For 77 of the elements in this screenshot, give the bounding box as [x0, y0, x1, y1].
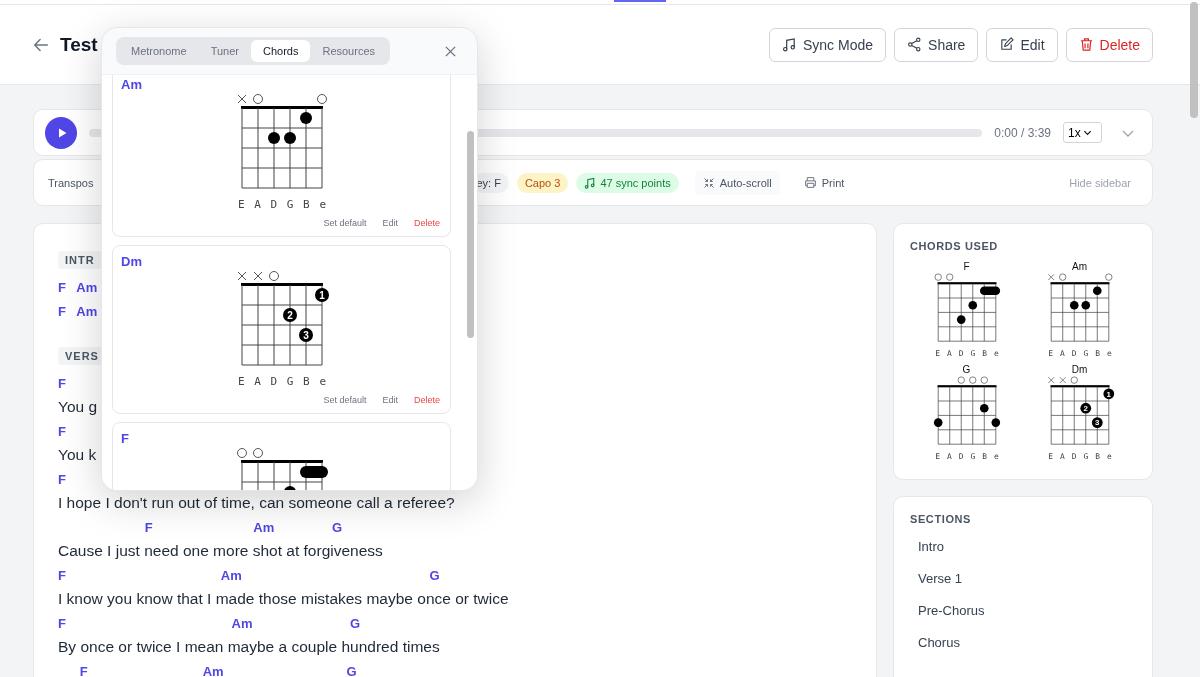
- share-icon: [907, 37, 923, 52]
- music-note-icon: [584, 176, 597, 189]
- chord-chart-drawing: [1047, 273, 1112, 342]
- auto-scroll-button[interactable]: Auto-scroll: [694, 170, 780, 195]
- sync-button[interactable]: Sync Mode: [769, 27, 887, 62]
- play-button[interactable]: [45, 116, 77, 149]
- set-default-link[interactable]: Set default: [321, 393, 369, 407]
- delete-link[interactable]: Delete: [412, 393, 442, 407]
- transpose-label: Transpos: [48, 176, 94, 189]
- chord-name: Dm: [1071, 364, 1088, 375]
- scrollbar-thumb[interactable]: [1190, 2, 1198, 118]
- chord-line: F Am G: [78, 664, 357, 677]
- caret-icon: [1082, 128, 1092, 137]
- finger-number: 2: [1083, 404, 1088, 414]
- tab[interactable]: Resources: [310, 40, 387, 62]
- pencil-icon: [999, 37, 1015, 52]
- finger-number: 2: [286, 309, 293, 321]
- finger-number: 1: [1106, 389, 1111, 399]
- chord-line: F: [58, 424, 66, 439]
- close-icon[interactable]: [444, 44, 457, 58]
- lyric-line: I hope I don't run out of time, can someone call a referee?: [58, 494, 455, 511]
- section-label: INTR: [58, 251, 102, 269]
- lyric-line: By once or twice I mean maybe a couple hundred times: [58, 638, 440, 655]
- sync-points-badge: 47 sync points: [576, 172, 679, 193]
- section-link[interactable]: Intro: [910, 531, 1136, 563]
- chord-line: F Am G: [143, 520, 343, 535]
- lyric-line: You k: [58, 446, 97, 463]
- edit-link[interactable]: Edit: [380, 216, 400, 230]
- finger-number: 3: [302, 329, 309, 341]
- chords-used-title: CHORDS USED: [910, 240, 999, 252]
- chord-line: F Am G: [58, 616, 361, 631]
- string-labels: E A D G B e: [237, 375, 326, 388]
- capo-badge: Capo 3: [516, 172, 569, 193]
- scrollbar-thumb[interactable]: [467, 131, 474, 338]
- section-link[interactable]: Pre-Chorus: [910, 595, 1136, 627]
- finger-number: 3: [1094, 418, 1099, 428]
- playback-time: 0:00 / 3:39: [994, 125, 1051, 140]
- chord-name: Dm: [121, 254, 143, 269]
- chord-chart-drawing: [1047, 376, 1114, 445]
- chord-name: Am: [121, 77, 143, 92]
- edit-button[interactable]: Edit: [986, 27, 1058, 62]
- sections-title: SECTIONS: [910, 513, 973, 525]
- finger-number: 1: [318, 289, 325, 301]
- chord-line: F Am: [58, 304, 98, 319]
- chord-line: F: [58, 472, 66, 487]
- delete-link[interactable]: Delete: [412, 216, 442, 230]
- chord-name: Am: [1072, 261, 1087, 272]
- chord-chart-drawing: [933, 376, 1000, 445]
- printer-icon: [803, 176, 817, 189]
- speed-select[interactable]: 1x: [1063, 122, 1102, 143]
- edit-link[interactable]: Edit: [380, 393, 400, 407]
- chord-line: F Am: [58, 280, 98, 295]
- trash-icon: [1078, 37, 1094, 52]
- string-labels: E A D G B e: [237, 198, 326, 211]
- lyric-line: I know you know that I made those mistakes maybe once or twice: [58, 590, 509, 607]
- active-tab-indicator: [614, 0, 666, 2]
- music-note-icon: [782, 37, 797, 52]
- song-title: Test: [60, 33, 98, 56]
- share-button[interactable]: Share: [894, 27, 979, 62]
- tab[interactable]: Metronome: [119, 40, 199, 62]
- lyric-line: You g: [58, 398, 98, 415]
- set-default-link[interactable]: Set default: [321, 216, 369, 230]
- delete-button[interactable]: Delete: [1065, 27, 1153, 62]
- tab[interactable]: Tuner: [198, 40, 251, 62]
- chord-name: F: [963, 261, 970, 272]
- chord-line: F Am G: [58, 568, 440, 583]
- section-link[interactable]: Chorus: [910, 627, 1136, 659]
- play-icon: [56, 126, 68, 139]
- section-link[interactable]: Verse 1: [910, 563, 1136, 595]
- chord-line: F: [58, 376, 66, 391]
- chord-name: F: [121, 431, 130, 446]
- chord-chart-drawing: [934, 273, 1000, 342]
- print-button[interactable]: Print: [795, 170, 853, 195]
- tab[interactable]: Chords: [250, 40, 311, 62]
- compress-arrows-icon: [702, 176, 715, 189]
- chord-name: G: [962, 364, 971, 375]
- lyric-line: Cause I just need one more shot at forgiveness: [58, 542, 383, 559]
